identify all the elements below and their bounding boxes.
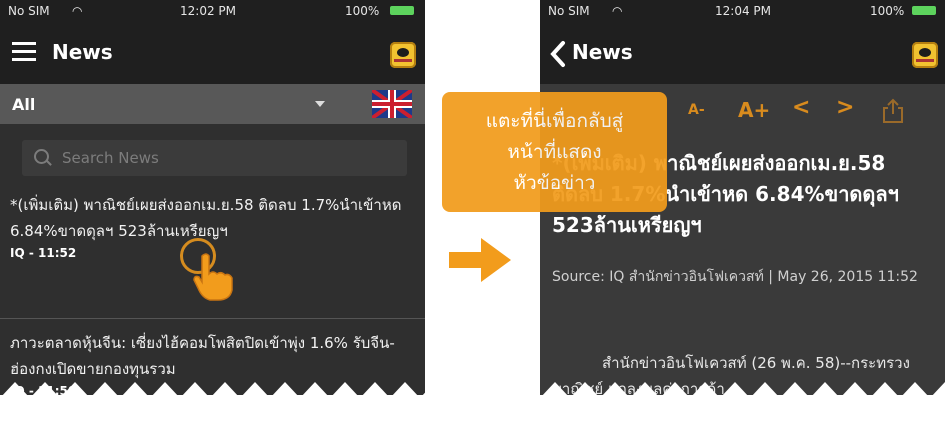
- battery-percent: 100%: [870, 4, 905, 18]
- search-placeholder: Search News: [62, 149, 159, 167]
- chevron-down-icon: [315, 101, 325, 107]
- menu-icon[interactable]: [12, 42, 36, 62]
- search-icon: [34, 149, 49, 164]
- callout-line: หัวข้อข่าว: [513, 172, 596, 194]
- article-source: Source: IQ สำนักข่าวอินโฟเควสท์ | May 26…: [552, 269, 918, 285]
- clock: 12:04 PM: [715, 4, 771, 18]
- app-logo-icon[interactable]: [912, 42, 938, 68]
- font-smaller-button[interactable]: A-: [688, 102, 705, 118]
- back-button[interactable]: News: [546, 36, 666, 70]
- battery-percent: 100%: [345, 4, 380, 18]
- news-list-screen: No SIM ◠ 12:02 PM 100% News All Search N…: [0, 0, 425, 395]
- search-input[interactable]: Search News: [22, 140, 407, 176]
- carrier-label: No SIM: [8, 4, 50, 18]
- transition-arrow-icon: [449, 238, 511, 282]
- torn-edge-decoration: [0, 382, 945, 421]
- nav-bar: News: [0, 22, 425, 84]
- nav-bar: News: [540, 22, 945, 84]
- share-icon[interactable]: [882, 98, 904, 124]
- pointing-hand-icon: [193, 253, 233, 301]
- back-label: News: [572, 40, 633, 64]
- news-item-title: *(เพิ่มเติม) พาณิชย์เผยส่งออกเม.ย.58 ติด…: [10, 196, 402, 240]
- category-selected: All: [12, 95, 36, 114]
- callout-line: หน้าที่แสดง: [507, 141, 602, 163]
- battery-icon: [390, 6, 414, 15]
- app-logo-icon[interactable]: [390, 42, 416, 68]
- category-dropdown[interactable]: All: [0, 84, 425, 124]
- clock: 12:02 PM: [180, 4, 236, 18]
- carrier-label: No SIM: [548, 4, 590, 18]
- chevron-left-icon: [550, 41, 565, 67]
- wifi-icon: ◠: [72, 4, 83, 18]
- uk-flag-icon[interactable]: [372, 90, 412, 118]
- page-title: News: [52, 40, 113, 64]
- list-divider: [0, 318, 425, 319]
- status-bar: No SIM ◠ 12:04 PM 100%: [540, 0, 945, 22]
- battery-icon: [912, 6, 936, 15]
- previous-article-button[interactable]: <: [792, 95, 810, 120]
- status-bar: No SIM ◠ 12:02 PM 100%: [0, 0, 425, 22]
- font-larger-button[interactable]: A+: [738, 98, 770, 122]
- news-item-title: ภาวะตลาดหุ้นจีน: เซี่ยงไฮ้คอมโพสิตปิดเข้…: [10, 334, 395, 378]
- next-article-button[interactable]: >: [836, 95, 854, 120]
- wifi-icon: ◠: [612, 4, 623, 18]
- callout-line: แตะที่นี่เพื่อกลับสู่: [485, 110, 624, 132]
- back-hint-callout: แตะที่นี่เพื่อกลับสู่ หน้าที่แสดง หัวข้อ…: [442, 92, 667, 212]
